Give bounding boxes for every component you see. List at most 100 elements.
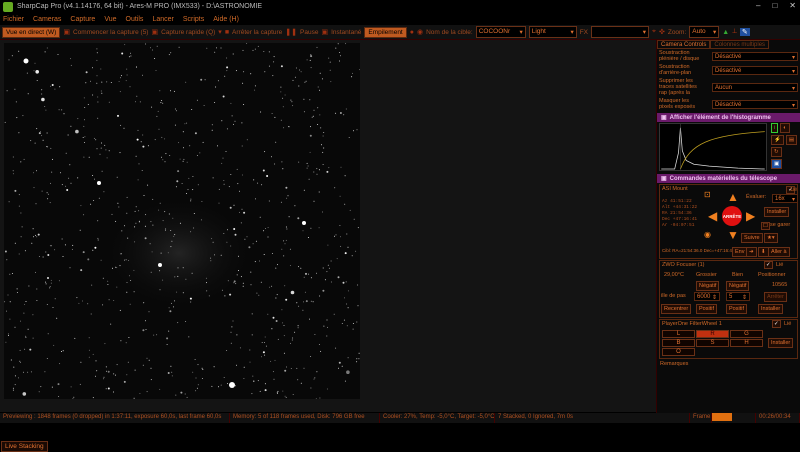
star (276, 294, 278, 296)
arrow-left-icon[interactable]: ◀ (708, 209, 717, 223)
close-button[interactable]: ✕ (789, 1, 796, 10)
arrow-down-icon[interactable]: ▼ (727, 228, 739, 242)
live-stacking-button[interactable]: Live Stacking (1, 441, 48, 452)
setting-select[interactable]: Désactivé ▾ (712, 99, 798, 109)
zoom-select[interactable]: Auto ▾ (689, 26, 720, 38)
snapshot-button[interactable]: Instantané (331, 29, 361, 36)
menu-tools[interactable]: Outils (126, 16, 144, 23)
mount-install-button[interactable]: Installer (764, 207, 790, 217)
arrow-right-icon[interactable]: ➜ (746, 247, 757, 257)
focuser-stop-button[interactable]: Arrêter (764, 292, 787, 302)
tab-camera-controls[interactable]: Camera Controls (657, 40, 711, 49)
quick-capture-button[interactable]: Capture rapide (Q) (161, 29, 215, 36)
star (284, 369, 287, 372)
focuser-link-checkbox[interactable]: ✓ (764, 261, 773, 269)
coarse-step-input[interactable]: 6000 ⇕ (694, 292, 720, 301)
record-icon[interactable]: ● (410, 29, 414, 36)
star (305, 300, 308, 303)
histogram-chart[interactable] (659, 123, 767, 171)
minimize-button[interactable]: – (756, 1, 760, 10)
menu-capture[interactable]: Capture (70, 16, 95, 23)
star (143, 195, 145, 196)
park-checkbox[interactable]: ☐ (761, 222, 770, 230)
home-icon[interactable]: ◉ (704, 230, 711, 239)
star (282, 168, 284, 170)
menu-file[interactable]: Fichier (3, 16, 24, 23)
target-name-input[interactable]: COCOONr ▾ (475, 26, 526, 38)
filterwheel-link-checkbox[interactable]: ✓ (772, 320, 781, 328)
arrow-up-icon[interactable]: ▲ (727, 190, 739, 204)
filter-l[interactable]: L (662, 330, 695, 338)
setting-select[interactable]: Aucun ▾ (712, 82, 798, 92)
setting-select[interactable]: Désactivé ▾ (712, 65, 798, 75)
menu-cameras[interactable]: Cameras (33, 16, 61, 23)
filter-r[interactable]: R (696, 330, 729, 338)
contrast-icon[interactable]: ◐ (780, 123, 790, 133)
star (239, 347, 241, 349)
star-icon[interactable]: ★▾ (764, 233, 778, 243)
status-time: 00:26/00:34 (756, 413, 800, 423)
lock-icon[interactable]: ▤ (785, 135, 798, 145)
filter-g[interactable]: G (730, 330, 763, 338)
menu-scripts[interactable]: Scripts (183, 16, 204, 23)
start-capture-button[interactable]: Commencer la capture (5) (73, 29, 149, 36)
focuser-install-button[interactable]: Installer (758, 304, 784, 314)
reticle-icon[interactable]: ⌖ (652, 28, 656, 36)
telescope-header[interactable]: ▣ Commandes matérielles du télescope (657, 174, 800, 183)
pause-button[interactable]: Pause (300, 29, 318, 36)
menu-help[interactable]: Aide (H) (213, 16, 239, 23)
fx-select[interactable]: ▾ (591, 26, 650, 38)
measure-icon[interactable]: ⟂ (732, 28, 737, 36)
histogram-header[interactable]: ▣ Afficher l'élément de l'histogramme (657, 113, 800, 122)
tab-multi-columns[interactable]: Colonnes multiples (710, 40, 770, 49)
focuser-link-label: Lié (776, 262, 784, 268)
status-cooler: Cooler: 27%, Temp: -5,0°C, Target: -5,0°… (380, 413, 495, 423)
stop-capture-button[interactable]: Arrêter la capture (232, 29, 282, 36)
info-icon[interactable]: i (771, 123, 779, 133)
live-view-button[interactable]: Vue en direct (W) (2, 26, 61, 38)
star (176, 180, 179, 183)
spiral-icon[interactable]: ⊡ (704, 190, 711, 199)
maximize-button[interactable]: □ (772, 1, 777, 10)
star (84, 136, 86, 138)
coarse-positive-button[interactable]: Positif (696, 304, 717, 314)
goto-button[interactable]: Aller à (768, 247, 790, 257)
reset-icon[interactable]: ↻ (771, 147, 782, 157)
stop-mount-button[interactable]: ARRÊTE (722, 206, 742, 226)
filter-h[interactable]: H (730, 339, 763, 347)
arrow-right-icon[interactable]: ▶ (746, 209, 755, 223)
frame-type-select[interactable]: Light ▾ (528, 26, 577, 38)
follow-button[interactable]: Suivre (741, 233, 763, 243)
stacking-button[interactable]: Empilement (364, 26, 407, 38)
star (233, 282, 235, 284)
crosshair-icon[interactable]: ✜ (659, 28, 665, 36)
setting-select[interactable]: Désactivé ▾ (712, 51, 798, 61)
stretch-icon[interactable]: ⚡ (771, 135, 784, 145)
star (147, 145, 149, 147)
fine-negative-button[interactable]: Négatif (726, 281, 750, 291)
star (346, 303, 348, 305)
fine-positive-button[interactable]: Positif (726, 304, 747, 314)
filterwheel-install-button[interactable]: Installer (768, 338, 794, 348)
fine-step-input[interactable]: 5 ⇕ (726, 292, 750, 301)
star (171, 302, 172, 304)
coarse-negative-button[interactable]: Négatif (696, 281, 720, 291)
slew-rate-select[interactable]: 16x ▾ (772, 194, 798, 203)
star (318, 191, 320, 193)
filter-b[interactable]: B (662, 339, 695, 347)
fine-step-value: 5 (729, 294, 733, 300)
recenter-button[interactable]: Recentrer (661, 304, 692, 314)
star (351, 255, 353, 257)
status-stack: 7 Stacked, 0 Ignored, 7m 0s (495, 413, 690, 423)
setting-value: Désactivé (715, 67, 742, 74)
image-viewport[interactable]: Live Stacking (0, 40, 656, 452)
star (4, 250, 7, 253)
save-icon[interactable]: ▣ (771, 159, 783, 169)
histogram-icon[interactable]: ▲ (722, 29, 729, 36)
dropdown-icon[interactable]: ▾ (218, 28, 222, 36)
menu-view[interactable]: Vue (104, 16, 116, 23)
menu-launch[interactable]: Lancer (152, 16, 173, 23)
filter-s[interactable]: S (696, 339, 729, 347)
filter-o[interactable]: O (662, 348, 695, 356)
tool-icon[interactable]: ✎ (739, 28, 750, 36)
